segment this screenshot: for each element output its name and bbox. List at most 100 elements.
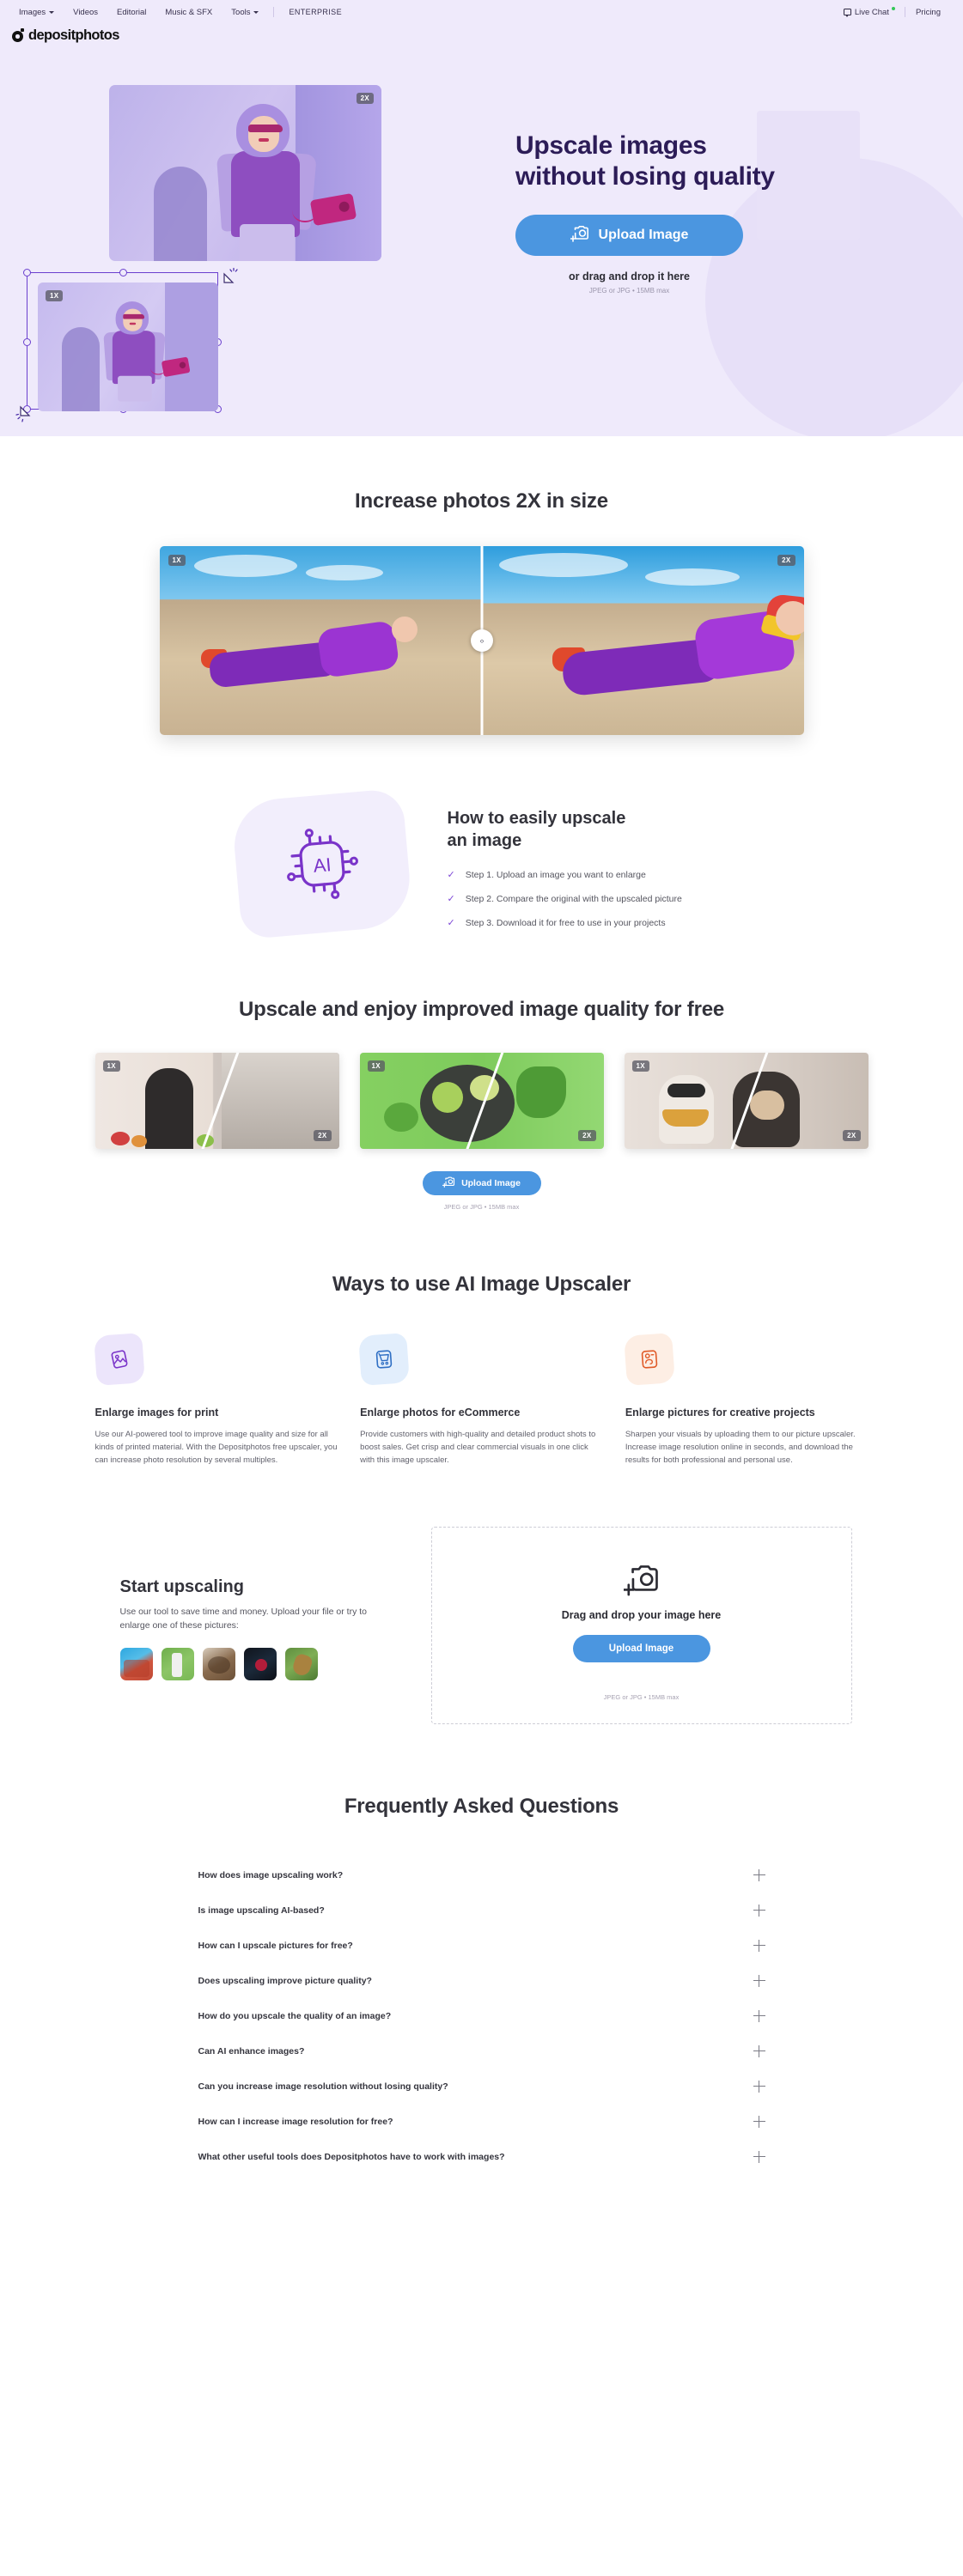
plus-icon[interactable] (753, 2081, 765, 2093)
resize-handle[interactable] (23, 269, 31, 276)
faq-section: Frequently Asked Questions How does imag… (0, 1795, 963, 2227)
before-image-1x: 1X (159, 546, 482, 735)
plus-icon[interactable] (753, 1975, 765, 1987)
ai-chip-icon: AI (286, 829, 358, 899)
resize-handle[interactable] (119, 269, 127, 276)
how-to-copy: How to easily upscale an image ✓ Step 1.… (448, 795, 757, 941)
brand-logo[interactable]: depositphotos (12, 27, 119, 44)
nav-item-label: ENTERPRISE (289, 8, 342, 16)
nav-item-label: Videos (73, 7, 99, 17)
plus-icon[interactable] (753, 1905, 765, 1917)
resize-handle[interactable] (23, 338, 31, 346)
svg-text:AI: AI (312, 854, 332, 877)
creative-profile-icon (623, 1333, 675, 1386)
dropzone-upload-image-button[interactable]: Upload Image (572, 1635, 710, 1662)
compare-section: Increase photos 2X in size 1X 2X ‹› (0, 436, 963, 735)
nav-item-music-sfx[interactable]: Music & SFX (155, 8, 222, 17)
sample-thumbnail-2[interactable] (161, 1648, 194, 1680)
hero-copy: Upscale images without losing quality Up… (515, 46, 911, 436)
nav-item-label: Tools (231, 7, 251, 17)
nav-item-videos[interactable]: Videos (64, 8, 107, 17)
gallery-upload-button-label: Upload Image (461, 1178, 521, 1188)
how-to-step: ✓ Step 1. Upload an image you want to en… (448, 869, 757, 882)
chevron-down-icon (253, 10, 259, 14)
zoom-badge-1x: 1X (631, 1060, 649, 1072)
faq-item[interactable]: Can AI enhance images? (198, 2034, 765, 2069)
pricing-link[interactable]: Pricing (905, 8, 951, 17)
how-to-section: AI How to easily upscale an image ✓ Step… (0, 787, 963, 941)
faq-item[interactable]: How can I upscale pictures for free? (198, 1929, 765, 1964)
gallery-card[interactable]: 1X 2X (624, 1053, 869, 1149)
top-bar-right: Live Chat Pricing (835, 7, 951, 17)
zoom-badge-1x: 1X (168, 555, 186, 566)
resize-cursor-icon (15, 400, 38, 422)
nav-item-enterprise[interactable]: ENTERPRISE (279, 8, 351, 16)
gallery-card[interactable]: 1X 2X (94, 1053, 339, 1149)
plus-icon[interactable] (753, 2045, 765, 2057)
hero-illustration: 2X 1X (0, 46, 515, 436)
faq-item[interactable]: Does upscaling improve picture quality? (198, 1964, 765, 1999)
upload-dropzone[interactable]: Drag and drop your image here Upload Ima… (430, 1527, 852, 1724)
faq-item[interactable]: Can you increase image resolution withou… (198, 2069, 765, 2105)
resize-cursor-icon (219, 265, 241, 288)
plus-icon[interactable] (753, 2151, 765, 2163)
nav-item-label: Editorial (117, 7, 147, 17)
nav-item-editorial[interactable]: Editorial (107, 8, 155, 17)
depositphotos-logo-icon (12, 28, 25, 42)
zoom-badge-2x: 2X (314, 1130, 332, 1141)
ways-grid: Enlarge images for print Use our AI-powe… (93, 1333, 869, 1467)
add-photo-icon (442, 1176, 455, 1190)
check-icon: ✓ (447, 870, 455, 880)
way-card-ecommerce: Enlarge photos for eCommerce Provide cus… (358, 1333, 603, 1467)
nav-item-images[interactable]: Images (12, 8, 64, 17)
slider-handle[interactable]: ‹› (470, 629, 493, 652)
gallery-cta: Upload Image JPEG or JPG • 15MB max (0, 1171, 963, 1211)
gallery-card[interactable]: 1X 2X (359, 1053, 604, 1149)
plus-icon[interactable] (753, 2116, 765, 2128)
sample-thumbnail-1[interactable] (119, 1648, 153, 1680)
plus-icon[interactable] (753, 1940, 765, 1952)
chevron-down-icon (49, 10, 55, 14)
add-photo-icon (569, 225, 589, 246)
hero-upload-button-label: Upload Image (598, 228, 689, 242)
gallery-section: Upscale and enjoy improved image quality… (0, 998, 963, 1211)
zoom-badge-2x: 2X (578, 1130, 596, 1141)
live-chat-button[interactable]: Live Chat (835, 7, 905, 17)
sample-thumbnail-5[interactable] (284, 1648, 318, 1680)
faq-list: How does image upscaling work? Is image … (198, 1858, 765, 2175)
dropzone-file-requirements: JPEG or JPG • 15MB max (603, 1693, 680, 1701)
after-image-2x: 2X (481, 546, 804, 735)
faq-item[interactable]: Is image upscaling AI-based? (198, 1893, 765, 1929)
plus-icon[interactable] (753, 1869, 765, 1881)
sample-thumbnail-3[interactable] (202, 1648, 235, 1680)
ai-chip-illustration: AI (229, 787, 414, 940)
how-to-step: ✓ Step 2. Compare the original with the … (448, 893, 757, 906)
dropzone-title: Drag and drop your image here (561, 1609, 722, 1621)
print-image-icon (93, 1333, 145, 1386)
zoom-badge-2x: 2X (843, 1130, 861, 1141)
faq-item[interactable]: How does image upscaling work? (198, 1858, 765, 1893)
faq-question: Does upscaling improve picture quality? (198, 1976, 372, 1986)
sample-thumbnail-4[interactable] (243, 1648, 277, 1680)
gallery-file-requirements: JPEG or JPG • 15MB max (443, 1203, 520, 1211)
way-card-print: Enlarge images for print Use our AI-powe… (93, 1333, 338, 1467)
gallery-upload-image-button[interactable]: Upload Image (422, 1171, 541, 1195)
faq-question: Is image upscaling AI-based? (198, 1905, 325, 1916)
before-after-slider[interactable]: 1X 2X ‹› (159, 546, 804, 735)
way-card-creative: Enlarge pictures for creative projects S… (623, 1333, 869, 1467)
plus-icon[interactable] (753, 2010, 765, 2022)
faq-item[interactable]: What other useful tools does Depositphot… (198, 2140, 765, 2175)
faq-item[interactable]: How do you upscale the quality of an ima… (198, 1999, 765, 2034)
faq-question: How do you upscale the quality of an ima… (198, 2011, 392, 2021)
chat-bubble-icon (843, 9, 851, 17)
hero-section: 2X 1X Upscale images without losing qual… (0, 46, 963, 436)
brand-name: depositphotos (28, 27, 119, 43)
how-to-step-text: Step 1. Upload an image you want to enla… (465, 870, 646, 880)
way-card-title: Enlarge pictures for creative projects (625, 1406, 815, 1419)
hero-upload-image-button[interactable]: Upload Image (515, 215, 743, 256)
start-upscaling-copy: Start upscaling Use our tool to save tim… (119, 1571, 387, 1680)
nav-divider (273, 7, 275, 17)
nav-item-tools[interactable]: Tools (222, 8, 268, 17)
faq-question: How can I upscale pictures for free? (198, 1941, 353, 1951)
faq-item[interactable]: How can I increase image resolution for … (198, 2105, 765, 2140)
